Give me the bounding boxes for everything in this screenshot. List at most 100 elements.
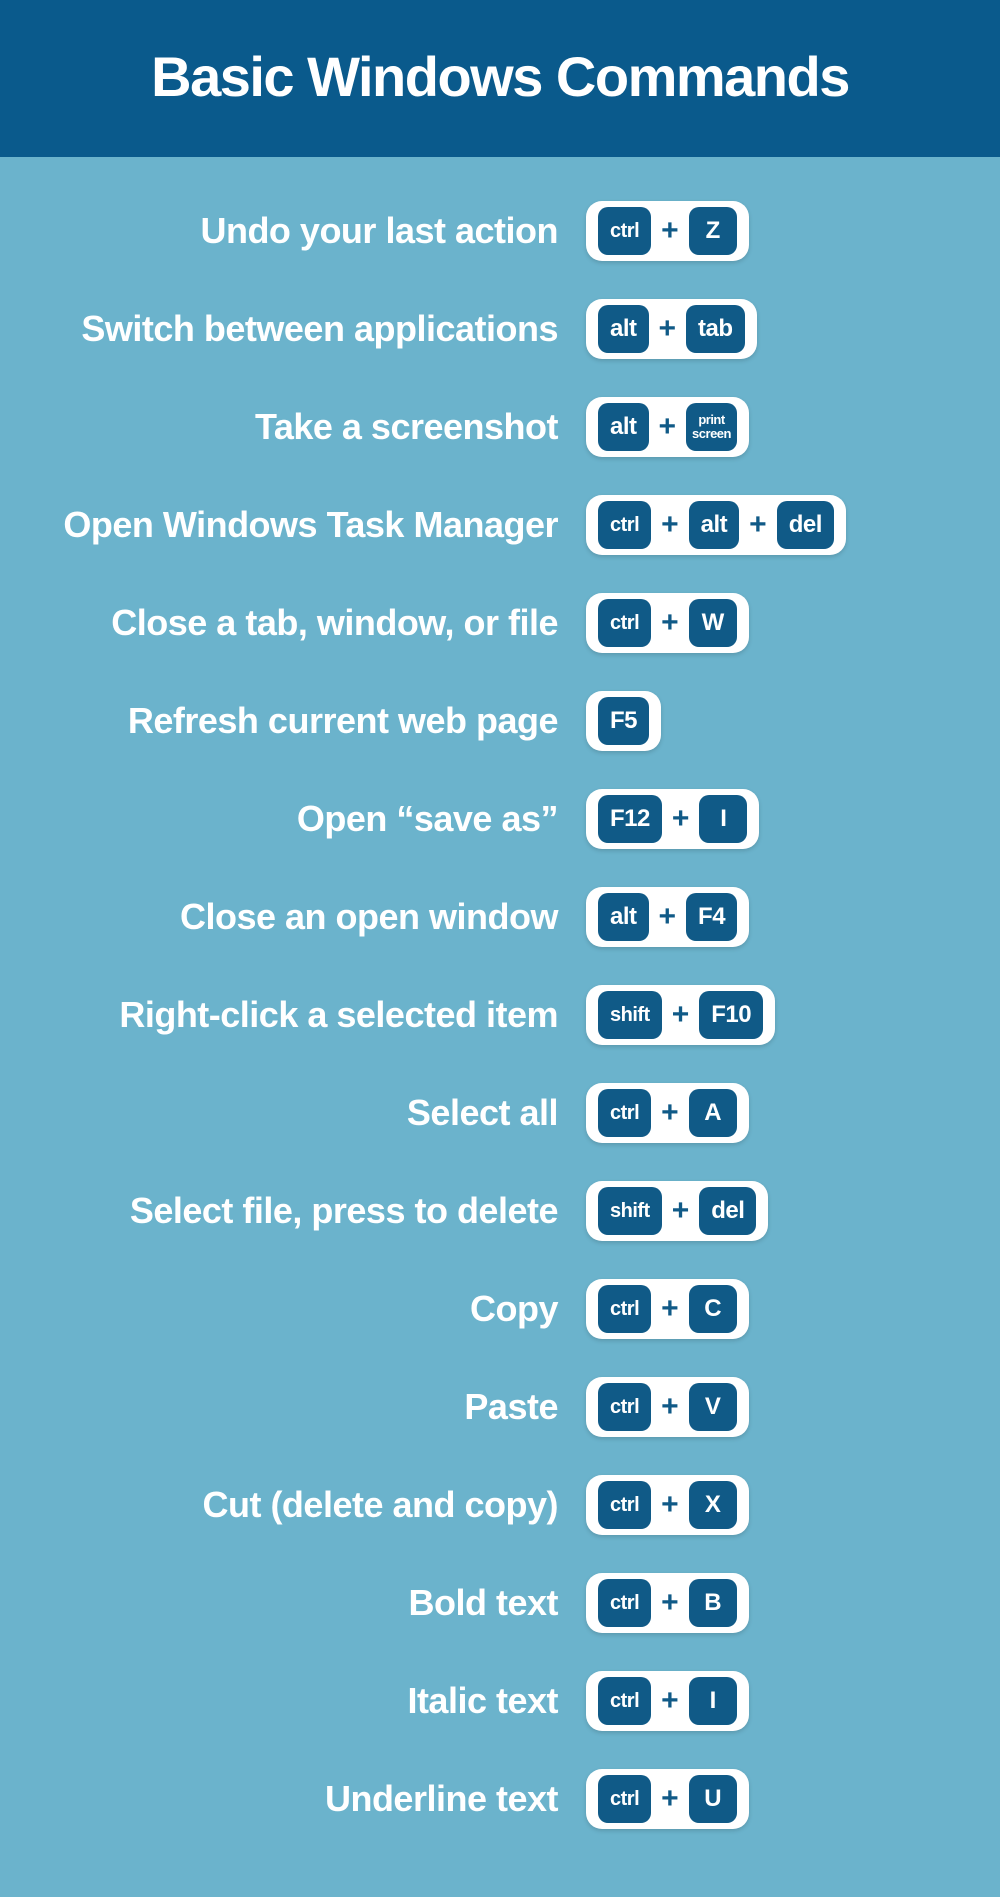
command-list: Undo your last action ctrl + Z Switch betwee… xyxy=(0,157,1000,1897)
shortcut-pill: ctrl + W xyxy=(586,593,749,653)
command-label: Open Windows Task Manager xyxy=(44,504,586,546)
command-label: Select all xyxy=(44,1092,586,1134)
key-cap: Z xyxy=(689,207,737,255)
command-label: Close an open window xyxy=(44,896,586,938)
plus-icon: + xyxy=(672,1194,690,1228)
plus-icon: + xyxy=(659,900,677,934)
command-row: Close a tab, window, or file ctrl + W xyxy=(0,593,1000,653)
shortcut-pill: ctrl + U xyxy=(586,1769,749,1829)
key-cap: A xyxy=(689,1089,737,1137)
key-cap: C xyxy=(689,1285,737,1333)
key-cap: tab xyxy=(686,305,745,353)
shortcut-pill: ctrl+alt+del xyxy=(586,495,846,555)
command-label: Close a tab, window, or file xyxy=(44,602,586,644)
key-cap: I xyxy=(699,795,747,843)
command-label: Open “save as” xyxy=(44,798,586,840)
shortcut-pill: ctrl + Z xyxy=(586,201,749,261)
plus-icon: + xyxy=(749,508,767,542)
plus-icon: + xyxy=(661,606,679,640)
key-cap: B xyxy=(689,1579,737,1627)
command-label: Refresh current web page xyxy=(44,700,586,742)
key-cap: shift xyxy=(598,1187,662,1235)
key-cap: F12 xyxy=(598,795,662,843)
plus-icon: + xyxy=(661,214,679,248)
key-cap: ctrl xyxy=(598,1775,651,1823)
key-cap: printscreen xyxy=(686,403,737,451)
command-label: Paste xyxy=(44,1386,586,1428)
key-cap: ctrl xyxy=(598,501,651,549)
key-cap: F4 xyxy=(686,893,737,941)
plus-icon: + xyxy=(661,508,679,542)
key-cap: X xyxy=(689,1481,737,1529)
plus-icon: + xyxy=(661,1096,679,1130)
key-cap: ctrl xyxy=(598,207,651,255)
shortcut-pill: F12 + I xyxy=(586,789,759,849)
shortcut-pill: ctrl + C xyxy=(586,1279,749,1339)
command-label: Switch between applications xyxy=(44,308,586,350)
command-label: Italic text xyxy=(44,1680,586,1722)
header: Basic Windows Commands xyxy=(0,0,1000,157)
key-cap: V xyxy=(689,1383,737,1431)
command-row: Right-click a selected itemshift+F10 xyxy=(0,985,1000,1045)
plus-icon: + xyxy=(659,312,677,346)
shortcut-pill: ctrl + A xyxy=(586,1083,749,1143)
key-cap: U xyxy=(689,1775,737,1823)
command-label: Undo your last action xyxy=(44,210,586,252)
shortcut-pill: F5 xyxy=(586,691,661,751)
command-label: Bold text xyxy=(44,1582,586,1624)
command-row: Cut (delete and copy) ctrl + X xyxy=(0,1475,1000,1535)
key-cap: del xyxy=(699,1187,756,1235)
plus-icon: + xyxy=(672,998,690,1032)
shortcut-pill: alt + tab xyxy=(586,299,757,359)
command-row: Open “save as” F12 + I xyxy=(0,789,1000,849)
page-title: Basic Windows Commands xyxy=(20,44,980,109)
shortcut-pill: shift + F10 xyxy=(586,985,775,1045)
command-row: Select all ctrl + A xyxy=(0,1083,1000,1143)
command-row: Copy ctrl + C xyxy=(0,1279,1000,1339)
key-cap: ctrl xyxy=(598,1481,651,1529)
plus-icon: + xyxy=(672,802,690,836)
shortcut-pill: ctrl + I xyxy=(586,1671,749,1731)
key-cap: shift xyxy=(598,991,662,1039)
command-row: Take a screenshot alt + printscreen xyxy=(0,397,1000,457)
key-cap: alt xyxy=(598,893,649,941)
shortcut-pill: alt + F4 xyxy=(586,887,749,947)
shortcut-pill: alt + printscreen xyxy=(586,397,749,457)
plus-icon: + xyxy=(661,1684,679,1718)
command-label: Take a screenshot xyxy=(44,406,586,448)
shortcut-pill: shift + del xyxy=(586,1181,768,1241)
key-cap: ctrl xyxy=(598,1285,651,1333)
command-row: Switch between applications alt + tab xyxy=(0,299,1000,359)
command-row: Select file, press to delete shift + del xyxy=(0,1181,1000,1241)
command-label: Copy xyxy=(44,1288,586,1330)
key-cap: F5 xyxy=(598,697,649,745)
command-label: Underline text xyxy=(44,1778,586,1820)
key-cap: ctrl xyxy=(598,599,651,647)
command-row: Refresh current web page F5 xyxy=(0,691,1000,751)
key-cap: ctrl xyxy=(598,1677,651,1725)
key-cap: alt xyxy=(598,305,649,353)
key-cap: W xyxy=(689,599,737,647)
key-cap: alt xyxy=(598,403,649,451)
key-cap: F10 xyxy=(699,991,763,1039)
plus-icon: + xyxy=(661,1292,679,1326)
plus-icon: + xyxy=(661,1488,679,1522)
command-label: Cut (delete and copy) xyxy=(44,1484,586,1526)
key-cap: ctrl xyxy=(598,1383,651,1431)
key-cap: ctrl xyxy=(598,1579,651,1627)
command-row: Open Windows Task Managerctrl+alt+del xyxy=(0,495,1000,555)
command-row: Close an open window alt + F4 xyxy=(0,887,1000,947)
plus-icon: + xyxy=(661,1782,679,1816)
key-cap: ctrl xyxy=(598,1089,651,1137)
key-cap: del xyxy=(777,501,834,549)
command-row: Underline text ctrl + U xyxy=(0,1769,1000,1829)
command-row: Undo your last action ctrl + Z xyxy=(0,201,1000,261)
key-cap: I xyxy=(689,1677,737,1725)
command-row: Italic text ctrl + I xyxy=(0,1671,1000,1731)
command-row: Paste ctrl + V xyxy=(0,1377,1000,1437)
shortcut-pill: ctrl + V xyxy=(586,1377,749,1437)
plus-icon: + xyxy=(659,410,677,444)
command-label: Select file, press to delete xyxy=(44,1190,586,1232)
plus-icon: + xyxy=(661,1586,679,1620)
plus-icon: + xyxy=(661,1390,679,1424)
